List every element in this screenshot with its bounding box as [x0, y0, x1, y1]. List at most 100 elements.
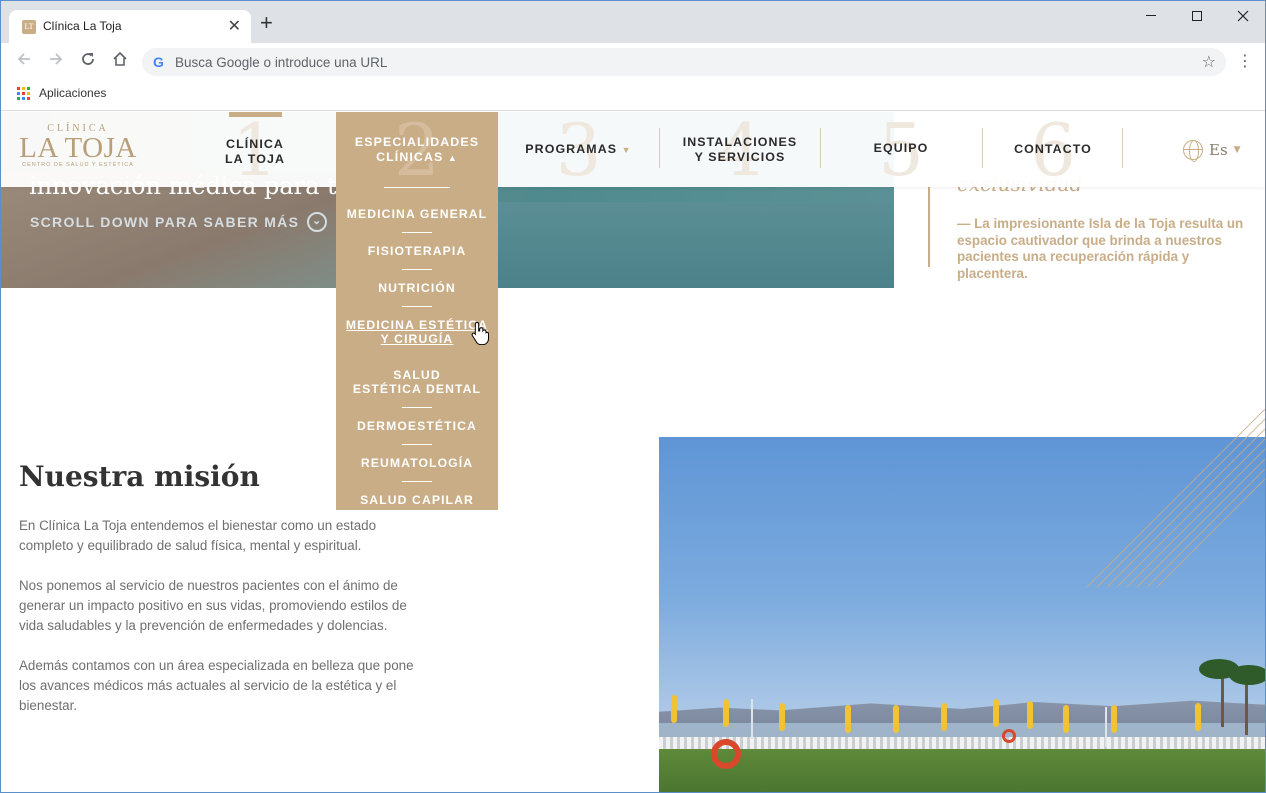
language-label: Es — [1209, 141, 1228, 159]
umbrella — [671, 695, 677, 723]
umbrella — [1063, 705, 1069, 733]
dropdown-label: FISIOTERAPIA — [367, 244, 467, 258]
dropdown-item-medicina-general[interactable]: MEDICINA GENERAL — [336, 196, 498, 232]
hand-cursor-icon — [471, 321, 489, 345]
mission-paragraph-3: Además contamos con un área especializad… — [19, 658, 414, 713]
dropdown-label: REUMATOLOGÍA — [360, 456, 474, 470]
chevron-down-icon: ▼ — [1233, 145, 1241, 155]
quote-text: — La impresionante Isla de la Toja resul… — [957, 216, 1244, 281]
nav-label: ESPECIALIDADES CLÍNICAS ▲ — [336, 135, 498, 166]
umbrella — [993, 699, 999, 727]
nav-clinica-la-toja[interactable]: 1 CLÍNICA LA TOJA — [223, 112, 287, 190]
site-favicon-icon: LT — [22, 20, 36, 34]
url-input[interactable] — [175, 52, 1175, 72]
dropdown-item-salud-capilar[interactable]: SALUD CAPILAR — [336, 482, 498, 518]
nav-label: CONTACTO — [1014, 142, 1092, 156]
logo-sub: CENTRO DE SALUD Y ESTÉTICA — [22, 162, 134, 168]
mission-title: Nuestra misión — [19, 460, 260, 493]
lamp-post — [751, 699, 753, 739]
umbrella — [845, 705, 851, 733]
close-tab-icon[interactable]: ✕ — [228, 16, 241, 36]
site-header: CLÍNICA LA TOJA CENTRO DE SALUD Y ESTÉTI… — [1, 112, 1265, 190]
nav-programas[interactable]: 3 PROGRAMAS ▼ — [506, 112, 651, 190]
scroll-down-link[interactable]: SCROLL DOWN PARA SABER MÁS ⌄ — [30, 212, 328, 232]
apps-grid-icon[interactable] — [17, 87, 31, 101]
especialidades-dropdown: MEDICINA GENERAL FISIOTERAPIA NUTRICIÓN … — [336, 187, 498, 510]
umbrella — [893, 705, 899, 733]
close-icon — [1237, 10, 1249, 22]
minimize-button[interactable] — [1128, 1, 1174, 31]
nav-label-line: ESPECIALIDADES — [354, 135, 480, 149]
dropdown-item-nutricion[interactable]: NUTRICIÓN — [336, 270, 498, 306]
nav-equipo[interactable]: 5 EQUIPO — [821, 112, 981, 190]
nav-label-line: LA TOJA — [224, 152, 286, 166]
nav-separator — [1122, 128, 1123, 168]
arrow-left-icon — [17, 53, 30, 65]
dropdown-label: DERMOESTÉTICA — [357, 419, 477, 433]
bookmarks-bar: Aplicaciones — [1, 81, 1265, 111]
google-g-icon: G — [153, 54, 164, 70]
reload-icon — [82, 53, 94, 65]
bookmark-apps-link[interactable]: Aplicaciones — [39, 86, 106, 100]
nav-label-line: CLÍNICA — [226, 137, 284, 151]
nav-instalaciones[interactable]: 4 INSTALACIONES Y SERVICIOS — [660, 112, 820, 190]
browser-toolbar: G ☆ ⋮ — [1, 43, 1265, 81]
maximize-icon — [1192, 10, 1202, 21]
nav-label: EQUIPO — [873, 141, 929, 155]
nav-label-line: CLÍNICAS — [376, 150, 444, 164]
browser-window: LT Clínica La Toja ✕ + G ☆ ⋮ — [0, 0, 1266, 793]
maximize-button[interactable] — [1174, 1, 1220, 31]
language-selector[interactable]: Es ▼ — [1183, 140, 1241, 162]
umbrella — [723, 699, 729, 727]
browser-tab[interactable]: LT Clínica La Toja ✕ — [9, 10, 251, 43]
dropdown-divider — [384, 187, 450, 188]
mission-paragraph-1: En Clínica La Toja entendemos el bienest… — [19, 518, 377, 553]
nav-label: PROGRAMAS ▼ — [506, 142, 651, 158]
quote-bar — [928, 187, 930, 267]
nav-label-line: PROGRAMAS — [525, 142, 618, 156]
new-tab-button[interactable]: + — [260, 12, 273, 34]
page-viewport: innovación médica para tu bienestar SCRO… — [1, 112, 1265, 792]
reload-button[interactable] — [77, 51, 99, 73]
nav-label: INSTALACIONES Y SERVICIOS — [660, 135, 820, 165]
dropdown-item-salud-dental[interactable]: SALUD ESTÉTICA DENTAL — [336, 357, 498, 407]
lamp-post — [1105, 707, 1107, 747]
mission-paragraph-2: Nos ponemos al servicio de nuestros paci… — [19, 578, 407, 633]
dropdown-label: NUTRICIÓN — [378, 281, 456, 295]
dropdown-label: SALUD CAPILAR — [360, 493, 474, 507]
dropdown-label: ESTÉTICA DENTAL — [352, 382, 482, 396]
home-icon — [113, 51, 127, 66]
bookmark-star-icon[interactable]: ☆ — [1202, 52, 1216, 71]
dropdown-item-reumatologia[interactable]: REUMATOLOGÍA — [336, 445, 498, 481]
umbrella — [1195, 703, 1201, 731]
close-window-button[interactable] — [1220, 1, 1265, 31]
browser-menu-icon[interactable]: ⋮ — [1237, 52, 1253, 70]
distant-hills — [659, 700, 1265, 723]
nav-label-line: INSTALACIONES — [682, 135, 798, 149]
logo-main: LA TOJA — [19, 132, 137, 164]
nav-label: CLÍNICA LA TOJA — [223, 137, 287, 167]
dropdown-item-fisioterapia[interactable]: FISIOTERAPIA — [336, 233, 498, 269]
umbrella — [1027, 701, 1033, 729]
nav-label-line: Y SERVICIOS — [694, 150, 786, 164]
chevron-down-circle-icon: ⌄ — [307, 212, 328, 232]
decorative-lines — [1087, 409, 1265, 588]
minimize-icon — [1146, 15, 1156, 17]
home-button[interactable] — [109, 51, 131, 73]
dropdown-label: SALUD — [393, 368, 441, 382]
forward-button[interactable] — [45, 51, 67, 73]
arrow-right-icon — [50, 53, 63, 65]
life-ring — [1002, 729, 1016, 743]
chevron-down-icon: ▼ — [621, 145, 632, 155]
nav-especialidades-clinicas[interactable]: 2 ESPECIALIDADES CLÍNICAS ▲ — [336, 112, 498, 190]
back-button[interactable] — [13, 51, 35, 73]
omnibox[interactable]: G ☆ — [142, 48, 1226, 76]
chevron-up-icon: ▲ — [447, 153, 458, 163]
dropdown-item-dermoestetica[interactable]: DERMOESTÉTICA — [336, 408, 498, 444]
lawn — [659, 749, 1265, 792]
umbrella — [941, 703, 947, 731]
umbrella — [1111, 705, 1117, 733]
tab-strip: LT Clínica La Toja ✕ + — [1, 1, 1265, 43]
nav-contacto[interactable]: 6 CONTACTO — [983, 112, 1123, 190]
site-logo[interactable]: CLÍNICA LA TOJA CENTRO DE SALUD Y ESTÉTI… — [19, 122, 137, 177]
